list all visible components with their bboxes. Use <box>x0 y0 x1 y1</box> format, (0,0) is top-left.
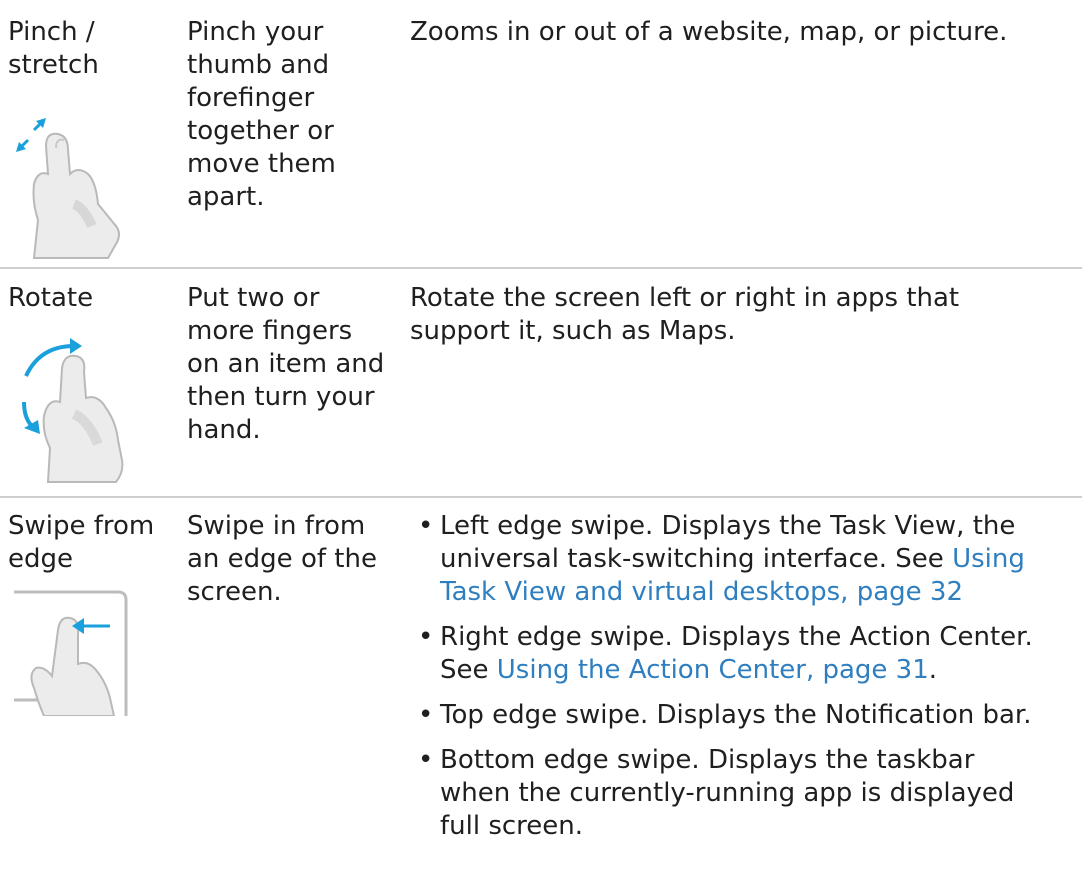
link-using-action-center[interactable]: Using the Action Center, page 31 <box>497 655 929 685</box>
gesture-action: Pinch your thumb and forefinger together… <box>187 17 336 212</box>
gesture-row-pinch: Pinch / stretch Pinch your thumb and for… <box>0 16 1082 259</box>
gesture-name: Pinch / stretch <box>8 17 99 80</box>
swipe-results-list: Left edge swipe. Displays the Task View,… <box>412 510 1077 855</box>
swipe-edge-hand-icon <box>14 590 128 716</box>
gesture-row-rotate: Rotate Put two or more fingers on an ite… <box>0 282 1082 483</box>
gesture-name: Swipe from edge <box>8 511 155 574</box>
pinch-stretch-hand-icon <box>16 118 120 259</box>
rotate-hand-icon <box>22 338 124 483</box>
list-item-right-edge: Right edge swipe. Displays the Action Ce… <box>412 621 1077 687</box>
gesture-action: Swipe in from an edge of the screen. <box>187 511 377 607</box>
list-item-bottom-edge: Bottom edge swipe. Displays the taskbar … <box>412 744 1077 843</box>
gesture-action: Put two or more fingers on an item and t… <box>187 283 385 445</box>
gesture-name: Rotate <box>8 283 94 313</box>
list-item-top-edge: Top edge swipe. Displays the Notificatio… <box>412 699 1077 732</box>
row-divider <box>0 496 1082 498</box>
list-item-left-edge: Left edge swipe. Displays the Task View,… <box>412 510 1077 609</box>
row-divider <box>0 267 1082 269</box>
gesture-result: Rotate the screen left or right in apps … <box>410 283 960 346</box>
gesture-result: Zooms in or out of a website, map, or pi… <box>410 17 1008 47</box>
gesture-row-swipe: Swipe from edge Swipe in from an edge of… <box>0 510 1082 880</box>
